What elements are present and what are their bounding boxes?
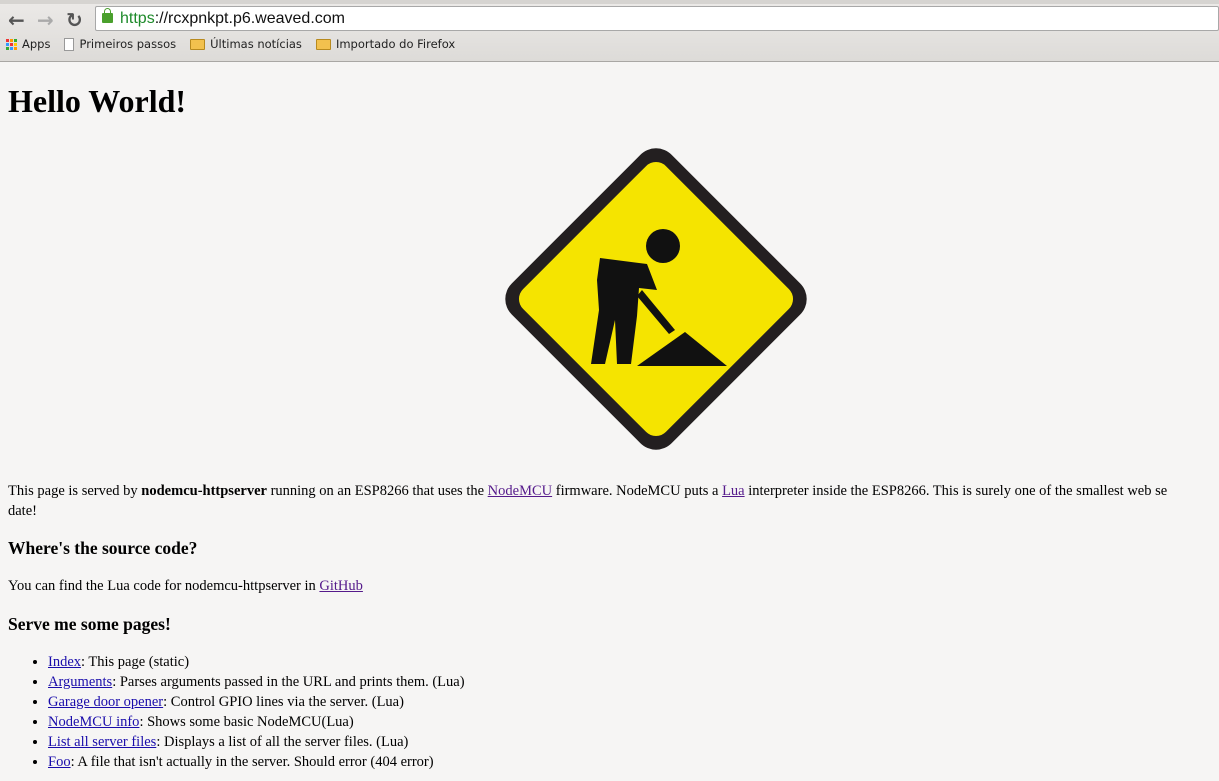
- github-link[interactable]: GitHub: [319, 578, 363, 594]
- forward-button[interactable]: →: [37, 8, 54, 32]
- bookmark-apps[interactable]: Apps: [6, 37, 50, 51]
- list-item: Index: This page (static): [48, 652, 465, 672]
- list-item: Foo: A file that isn't actually in the s…: [48, 752, 465, 772]
- folder-icon: [190, 38, 206, 50]
- folder-icon: [315, 38, 331, 50]
- lock-icon: [102, 8, 113, 23]
- nodemcu-link[interactable]: NodeMCU: [488, 483, 552, 499]
- back-button[interactable]: ←: [8, 8, 25, 32]
- list-item: Garage door opener: Control GPIO lines v…: [48, 692, 465, 712]
- garage-door-link[interactable]: Garage door opener: [48, 694, 163, 710]
- page-content: Hello World! This page is served by node…: [8, 62, 1219, 770]
- browser-chrome: ← → ↻ https://rcxpnkpt.p6.weaved.com App…: [0, 0, 1219, 62]
- list-item: List all server files: Displays a list o…: [48, 732, 465, 752]
- intro-text: firmware. NodeMCU puts a: [552, 483, 723, 499]
- url-host: ://rcxpnkpt.p6.weaved.com: [154, 10, 345, 27]
- pages-list: Index: This page (static) Arguments: Par…: [8, 652, 465, 772]
- bookmark-primeiros-passos[interactable]: Primeiros passos: [64, 37, 176, 51]
- lua-link[interactable]: Lua: [722, 483, 745, 499]
- foo-link[interactable]: Foo: [48, 754, 71, 770]
- item-desc: : Parses arguments passed in the URL and…: [112, 674, 465, 690]
- list-item: NodeMCU info: Shows some basic NodeMCU(L…: [48, 712, 465, 732]
- tab-strip: [0, 0, 1219, 4]
- bookmark-label: Apps: [22, 37, 51, 51]
- arguments-link[interactable]: Arguments: [48, 674, 112, 690]
- bookmark-ultimas-noticias[interactable]: Últimas notícias: [190, 37, 302, 51]
- intro-paragraph: This page is served by nodemcu-httpserve…: [8, 481, 1167, 521]
- intro-text: running on an ESP8266 that uses the: [266, 483, 488, 499]
- bookmark-label: Primeiros passos: [79, 37, 177, 51]
- url-scheme: https: [120, 10, 155, 27]
- intro-text: This page is served by: [8, 483, 142, 499]
- list-item: Arguments: Parses arguments passed in th…: [48, 672, 465, 692]
- intro-text: interpreter inside the ESP8266. This is …: [744, 483, 1168, 499]
- apps-grid-icon: [6, 38, 17, 50]
- bookmark-label: Últimas notícias: [210, 37, 302, 51]
- bookmarks-bar: Apps Primeiros passos Últimas notícias I…: [6, 37, 455, 51]
- project-name: nodemcu-httpserver: [141, 483, 267, 499]
- item-desc: : Displays a list of all the server file…: [156, 734, 409, 750]
- serve-heading: Serve me some pages!: [8, 614, 171, 634]
- item-desc: : This page (static): [81, 654, 190, 670]
- page-icon: [64, 37, 75, 51]
- item-desc: : Control GPIO lines via the server. (Lu…: [163, 694, 404, 710]
- item-desc: : A file that isn't actually in the serv…: [70, 754, 434, 770]
- page-title: Hello World!: [8, 83, 187, 119]
- bookmark-importado-firefox[interactable]: Importado do Firefox: [315, 37, 456, 51]
- under-construction-sign-icon: [505, 148, 807, 450]
- source-paragraph: You can find the Lua code for nodemcu-ht…: [8, 578, 465, 595]
- list-files-link[interactable]: List all server files: [48, 734, 156, 750]
- index-link[interactable]: Index: [48, 654, 81, 670]
- bookmark-label: Importado do Firefox: [335, 37, 456, 51]
- reload-button[interactable]: ↻: [66, 8, 83, 32]
- nodemcu-info-link[interactable]: NodeMCU info: [48, 714, 139, 730]
- source-text: You can find the Lua code for nodemcu-ht…: [8, 578, 320, 594]
- address-bar[interactable]: https://rcxpnkpt.p6.weaved.com: [95, 6, 1219, 31]
- item-desc: : Shows some basic NodeMCU(Lua): [139, 714, 354, 730]
- source-heading: Where's the source code?: [8, 538, 198, 558]
- intro-text: date!: [8, 503, 37, 519]
